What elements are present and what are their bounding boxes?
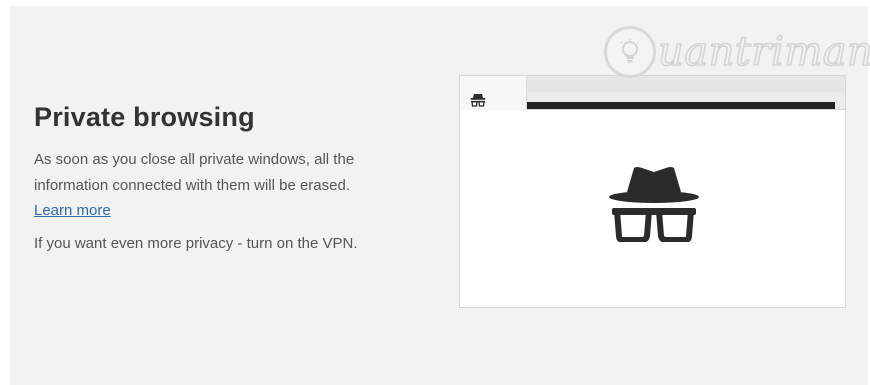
learn-more-link[interactable]: Learn more bbox=[34, 199, 111, 223]
address-strip bbox=[527, 92, 845, 110]
private-browsing-description: As soon as you close all private windows… bbox=[34, 151, 355, 194]
private-browsing-info: Private browsing As soon as you close al… bbox=[34, 102, 414, 252]
incognito-icon bbox=[609, 167, 699, 242]
watermark-text: uantrimang bbox=[657, 29, 870, 75]
browser-tab bbox=[460, 76, 527, 110]
vpn-hint-text: If you want even more privacy - turn on … bbox=[34, 235, 358, 252]
page-title: Private browsing bbox=[34, 102, 255, 132]
lightbulb-icon bbox=[604, 26, 656, 78]
address-bar bbox=[527, 102, 835, 109]
private-browsing-page: Private browsing As soon as you close al… bbox=[10, 6, 870, 385]
incognito-icon bbox=[470, 94, 486, 107]
browser-content-area bbox=[460, 110, 845, 307]
watermark: uantrimang bbox=[604, 18, 870, 86]
browser-illustration bbox=[459, 75, 846, 308]
